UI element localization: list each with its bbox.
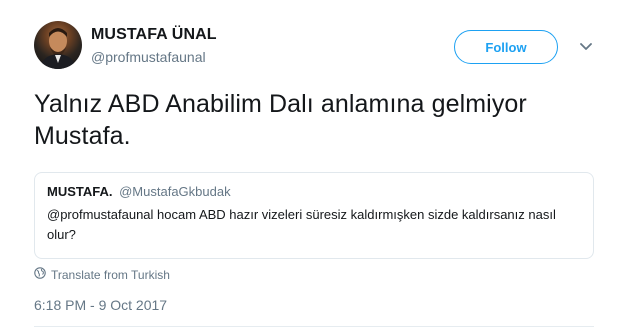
chevron-down-icon[interactable] (578, 40, 594, 54)
timestamp[interactable]: 6:18 PM - 9 Oct 2017 (34, 297, 167, 313)
tweet-text: Yalnız ABD Anabilim Dalı anlamına gelmiy… (34, 90, 527, 150)
avatar[interactable] (34, 21, 82, 69)
quoted-author-name: MUSTAFA. (47, 184, 113, 199)
globe-icon (34, 267, 46, 282)
author-handle[interactable]: @profmustafaunal (91, 49, 206, 65)
quoted-tweet[interactable]: MUSTAFA. @MustafaGkbudak @profmustafauna… (34, 172, 594, 259)
translate-link[interactable]: Translate from Turkish (34, 267, 170, 282)
quoted-tweet-text: @profmustafaunal hocam ABD hazır vizeler… (47, 207, 556, 242)
author-name[interactable]: MUSTAFA ÜNAL (91, 26, 217, 44)
translate-label: Translate from Turkish (51, 267, 170, 282)
follow-button[interactable]: Follow (454, 30, 558, 64)
quoted-author-handle: @MustafaGkbudak (119, 184, 231, 199)
quoted-tweet-header: MUSTAFA. @MustafaGkbudak (47, 183, 581, 201)
divider (34, 326, 594, 327)
